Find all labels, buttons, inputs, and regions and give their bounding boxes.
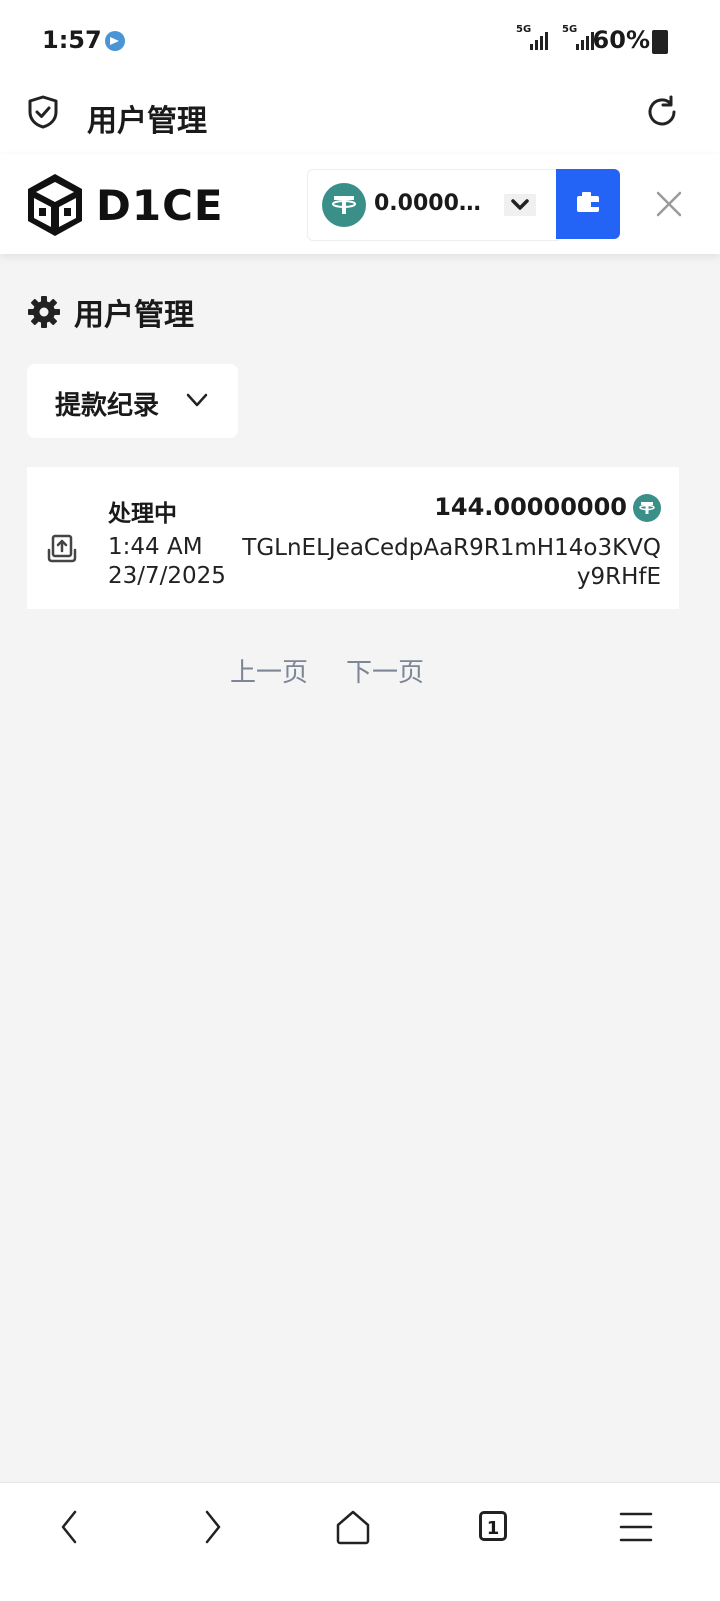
wallet-balance: 0.00000000 — [374, 191, 482, 216]
network-label: 5G — [562, 24, 578, 35]
chevron-down-icon — [186, 393, 208, 407]
record-status: 处理中 — [108, 501, 177, 527]
shield-icon[interactable] — [26, 94, 60, 130]
close-icon[interactable] — [652, 187, 686, 221]
dropdown-label: 提款纪录 — [55, 391, 160, 421]
wallet-icon — [577, 192, 599, 212]
signal-icon: 5G — [562, 24, 594, 50]
tabs-button[interactable]: 1 — [472, 1505, 516, 1549]
signal-icon: 5G — [516, 24, 548, 50]
site-header: D1CE 0.00000000 — [0, 154, 720, 254]
battery-icon — [652, 30, 668, 54]
record-time: 1:44 AM — [108, 534, 203, 560]
wallet-button[interactable] — [556, 169, 620, 239]
logo-text: D1CE — [96, 180, 224, 230]
back-icon[interactable] — [48, 1505, 92, 1549]
page-heading: 用户管理 — [26, 290, 194, 334]
status-bar: 1:57 5G 5G 60% — [0, 0, 720, 84]
next-page-button[interactable]: 下一页 — [346, 652, 424, 689]
withdraw-icon — [47, 534, 77, 563]
status-time: 1:57 — [42, 26, 102, 54]
page-title: 用户管理 — [74, 298, 194, 333]
record-address: TGLnELJeaCedpAaR9R1mH14o3KVQy9RHfE — [242, 535, 661, 590]
telegram-icon — [105, 31, 125, 51]
tab-count: 1 — [479, 1511, 507, 1541]
network-label: 5G — [516, 24, 532, 35]
record-amount: 144.00000000 — [434, 493, 627, 521]
forward-icon[interactable] — [190, 1505, 234, 1549]
refresh-icon[interactable] — [644, 94, 680, 130]
dice-logo-icon — [28, 174, 82, 236]
usdt-coin-icon — [633, 494, 661, 522]
record-date: 23/7/2025 — [108, 563, 226, 589]
home-icon[interactable] — [331, 1505, 375, 1549]
menu-icon[interactable] — [614, 1505, 658, 1549]
record-type-dropdown[interactable]: 提款纪录 — [27, 364, 238, 438]
browser-bottom-nav: 1 — [0, 1482, 720, 1601]
pagination: 上一页 下一页 — [0, 652, 720, 689]
browser-bar: 用户管理 — [0, 84, 720, 154]
battery-level: 60% — [592, 26, 650, 54]
chevron-down-icon[interactable] — [504, 194, 536, 216]
usdt-coin-icon — [322, 183, 366, 227]
signal-group: 5G 5G — [516, 24, 594, 50]
browser-title: 用户管理 — [87, 104, 207, 139]
prev-page-button[interactable]: 上一页 — [230, 652, 308, 689]
site-logo[interactable]: D1CE — [24, 170, 224, 240]
gear-icon — [28, 296, 60, 328]
withdrawal-record[interactable]: 处理中 1:44 AM 23/7/2025 144.00000000 TGLnE… — [27, 467, 679, 609]
currency-selector[interactable]: 0.00000000 — [307, 169, 559, 241]
